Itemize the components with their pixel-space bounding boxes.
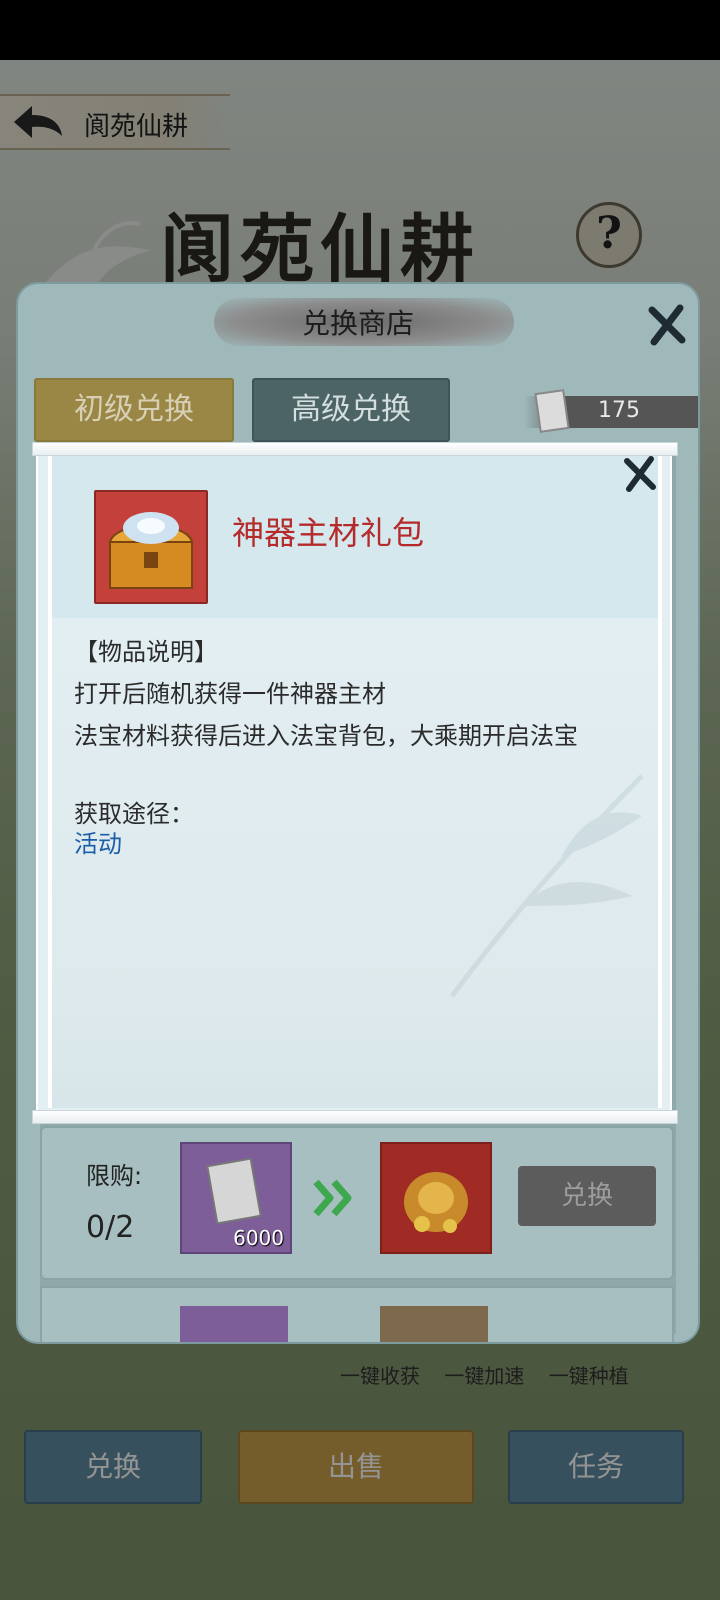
double-chevron-right-icon (313, 1179, 352, 1217)
reward-item-slot[interactable] (380, 1142, 492, 1254)
popup-close-icon[interactable] (622, 456, 658, 492)
scroll-rail-bottom (32, 1110, 678, 1124)
item-icon (94, 490, 208, 604)
scroll-rail-top (32, 442, 678, 456)
silver-ticket-icon (206, 1157, 262, 1225)
item-description-header: 【物品说明】 (74, 638, 218, 666)
reward-item-slot[interactable] (380, 1306, 488, 1342)
cost-amount: 6000 (233, 1226, 284, 1250)
item-name: 神器主材礼包 (232, 514, 425, 552)
item-description-line: 打开后随机获得一件神器主材 (74, 680, 386, 708)
treasure-bag-icon (404, 1172, 468, 1233)
currency-amount: 175 (598, 398, 640, 423)
redeem-button[interactable]: 兑换 (518, 1166, 656, 1226)
silver-ticket-icon (534, 389, 570, 433)
item-detail-popup: 神器主材礼包 【物品说明】 打开后随机获得一件神器主材 法宝材料获得后进入法宝背… (32, 442, 678, 1124)
game-screen: 阆苑仙耕 阆苑仙耕 ? 一键收获 一键加速 一键种植 兑换 出售 任务 兑换商店… (0, 60, 720, 1600)
cost-item-slot[interactable] (180, 1306, 288, 1342)
cost-item-slot[interactable]: 6000 (180, 1142, 292, 1254)
tab-advanced-exchange[interactable]: 高级兑换 (252, 378, 450, 442)
tab-basic-exchange[interactable]: 初级兑换 (34, 378, 234, 442)
status-bar (0, 0, 720, 60)
item-description-line: 法宝材料获得后进入法宝背包，大乘期开启法宝 (74, 722, 578, 750)
source-link[interactable]: 活动 (74, 824, 122, 859)
popup-content: 神器主材礼包 【物品说明】 打开后随机获得一件神器主材 法宝材料获得后进入法宝背… (48, 456, 662, 1108)
treasure-chest-icon (108, 512, 194, 589)
purchase-limit-count: 0/2 (86, 1210, 135, 1245)
bamboo-watermark-icon (450, 774, 644, 998)
exchange-item-row (40, 1286, 674, 1342)
shop-title: 兑换商店 (301, 307, 414, 340)
purchase-limit-label: 限购: (86, 1162, 143, 1190)
exchange-item-row: 限购: 0/2 6000 兑换 (40, 1126, 674, 1280)
shop-close-icon[interactable] (646, 304, 688, 346)
